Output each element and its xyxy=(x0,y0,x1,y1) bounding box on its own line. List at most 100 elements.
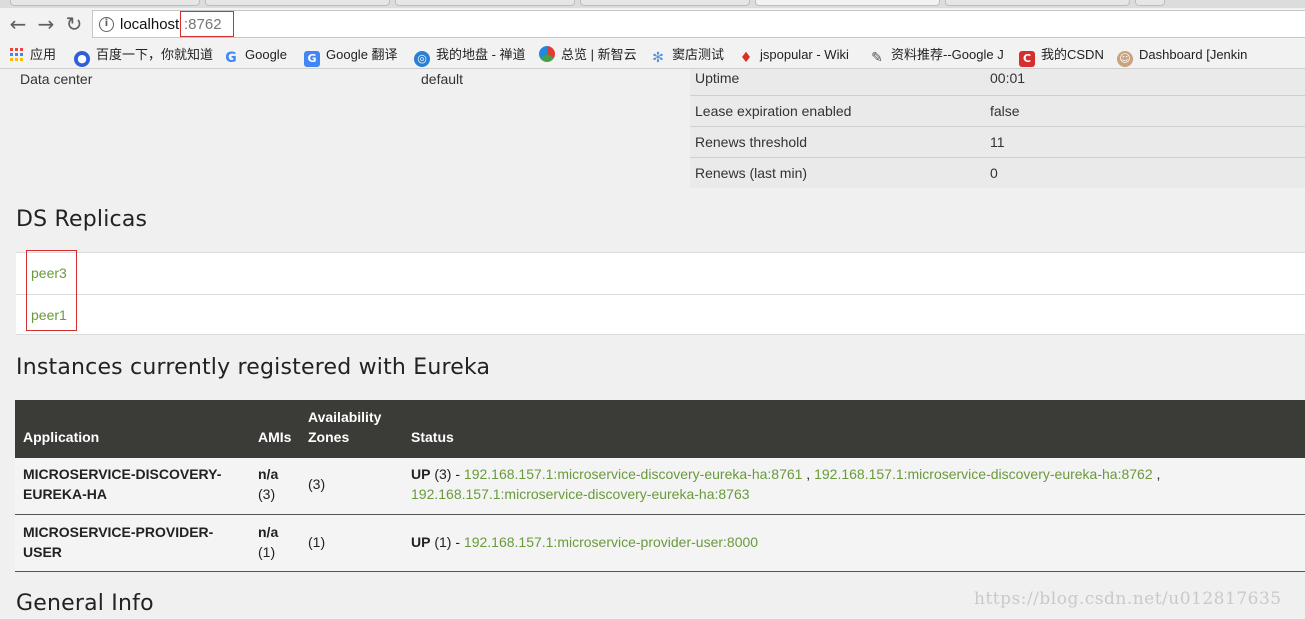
bookmark-label: 应用 xyxy=(30,47,57,62)
instance-link[interactable]: 192.168.157.1:microservice-discovery-eur… xyxy=(464,466,803,482)
map-pin-icon: ♦ xyxy=(739,50,753,66)
bookmark-label: 百度一下，你就知道 xyxy=(96,47,214,62)
link-separator: , xyxy=(802,466,815,482)
status-count: (3) - xyxy=(430,466,464,482)
info-label: Renews threshold xyxy=(695,134,808,150)
amis-main: n/a xyxy=(258,524,279,540)
csdn-c-icon: C xyxy=(1019,51,1035,67)
bookmark-label: 我的CSDN xyxy=(1041,47,1104,62)
bookmarks-bar: 应用 ● 百度一下，你就知道 G Google G Google 翻译 ◎ 我的地盘 -… xyxy=(0,42,1305,68)
application-name-line2: EUREKA-HA xyxy=(23,486,107,502)
browser-chrome: ← → ↻ i localhost :8762 应用 ● 百度一下，你就知道 GG… xyxy=(0,0,1305,69)
bookmark-google-translate[interactable]: G Google 翻译 xyxy=(304,45,398,67)
bookmark-label: 我的地盘 - 禅道 xyxy=(436,47,526,62)
eureka-dashboard: Data center default Uptime 00:01 Lease e… xyxy=(0,69,1305,619)
bookmark-my-csdn[interactable]: C 我的CSDN xyxy=(1019,45,1104,67)
info-label: Lease expiration enabled xyxy=(695,103,852,119)
browser-tab[interactable] xyxy=(395,0,575,6)
bookmark-label: 窦店测试 xyxy=(672,47,725,62)
address-bar[interactable]: i localhost :8762 xyxy=(92,10,1305,38)
forward-icon[interactable]: → xyxy=(34,12,58,36)
ds-replicas-list: peer3 peer1 xyxy=(16,250,1305,335)
amis-value: n/a xyxy=(258,522,278,542)
info-row-lease-expiration: Lease expiration enabled false xyxy=(690,95,1305,126)
info-label: Renews (last min) xyxy=(695,165,808,181)
application-name-line1: MICROSERVICE-PROVIDER- xyxy=(23,524,214,540)
bookmark-doudian-test[interactable]: ✻ 窦店测试 xyxy=(650,45,725,66)
annotation-highlight-box xyxy=(26,250,77,331)
column-header-amis: AMIs xyxy=(258,429,292,445)
bookmark-google[interactable]: G Google xyxy=(223,45,287,66)
jenkins-butler-icon: ☺ xyxy=(1117,51,1133,67)
reload-icon[interactable]: ↻ xyxy=(62,12,86,36)
info-value: 00:01 xyxy=(990,70,1026,86)
status-cell: UP (3) - 192.168.157.1:microservice-disc… xyxy=(411,464,1291,504)
tab-strip xyxy=(0,0,1305,8)
bookmark-google-j[interactable]: ✎ 资料推荐--Google J xyxy=(869,45,1004,66)
bookmark-jenkins[interactable]: ☺ Dashboard [Jenkin xyxy=(1117,45,1248,67)
google-g-icon: G xyxy=(225,50,237,66)
bookmark-label: 资料推荐--Google J xyxy=(891,47,1004,62)
table-header: Application AMIs Availability Zones Stat… xyxy=(15,400,1305,458)
google-translate-icon: G xyxy=(304,51,320,67)
bookmark-label: Dashboard [Jenkin xyxy=(1139,47,1248,62)
instance-link[interactable]: 192.168.157.1:microservice-provider-user… xyxy=(464,534,758,550)
application-name-line2: USER xyxy=(23,544,62,560)
column-header-application: Application xyxy=(23,429,100,445)
info-label: Uptime xyxy=(695,70,740,86)
table-row: MICROSERVICE-PROVIDER- USER n/a (1) (1) … xyxy=(15,515,1305,572)
amis-count: (3) xyxy=(258,486,276,502)
browser-tab[interactable] xyxy=(10,0,200,6)
instances-heading: Instances currently registered with Eure… xyxy=(16,355,491,380)
apps-grid-icon xyxy=(10,48,24,64)
column-header-zones-line1: Availability xyxy=(308,409,382,425)
browser-tab[interactable] xyxy=(945,0,1130,6)
instance-link[interactable]: 192.168.157.1:microservice-discovery-eur… xyxy=(814,466,1153,482)
info-row-renews-threshold: Renews threshold 11 xyxy=(690,126,1305,157)
scroll-icon: ✎ xyxy=(871,50,883,66)
browser-tab[interactable] xyxy=(580,0,750,6)
address-port-highlight[interactable]: :8762 xyxy=(180,11,234,37)
amis-count: (1) xyxy=(258,544,276,560)
back-icon[interactable]: ← xyxy=(6,12,30,36)
bookmark-zentao[interactable]: ◎ 我的地盘 - 禅道 xyxy=(414,45,526,67)
amis-main: n/a xyxy=(258,466,279,482)
bookmark-label: 总览 | 新智云 xyxy=(561,47,637,62)
column-header-zones-line2: Zones xyxy=(308,429,350,445)
list-item: peer3 xyxy=(16,253,1305,294)
bookmark-jspopular-wiki[interactable]: ♦ jspopular - Wiki xyxy=(738,45,849,66)
zones-value: (1) xyxy=(308,534,326,550)
general-info-heading: General Info xyxy=(16,591,154,616)
datacenter-value: default xyxy=(421,71,464,87)
info-row-renews-last-min: Renews (last min) 0 xyxy=(690,157,1305,188)
info-value: false xyxy=(990,103,1020,119)
table-row: MICROSERVICE-DISCOVERY- EUREKA-HA n/a (3… xyxy=(15,458,1305,515)
list-item: peer1 xyxy=(16,294,1305,335)
browser-tab[interactable] xyxy=(205,0,390,6)
circle-logo-icon xyxy=(539,46,555,62)
globe-icon: ◎ xyxy=(414,51,430,67)
bookmark-label: Google 翻译 xyxy=(326,47,398,62)
instances-table: Application AMIs Availability Zones Stat… xyxy=(15,400,1305,572)
link-separator: , xyxy=(1152,466,1161,482)
ds-replicas-heading: DS Replicas xyxy=(16,207,148,232)
bookmark-label: Google xyxy=(245,47,287,62)
info-icon[interactable]: i xyxy=(99,17,114,32)
status-count: (1) - xyxy=(430,534,464,550)
address-host[interactable]: localhost xyxy=(120,16,179,33)
info-value: 0 xyxy=(990,165,998,181)
bookmark-baidu[interactable]: ● 百度一下，你就知道 xyxy=(74,45,214,67)
bookmark-xinzhiyun[interactable]: 总览 | 新智云 xyxy=(539,45,637,65)
datacenter-label: Data center xyxy=(20,71,93,87)
bookmark-label: jspopular - Wiki xyxy=(760,47,849,62)
baidu-paw-icon: ● xyxy=(74,51,90,67)
browser-tab-active[interactable] xyxy=(755,0,940,6)
status-cell: UP (1) - 192.168.157.1:microservice-prov… xyxy=(411,532,1291,552)
info-value: 11 xyxy=(990,134,1005,150)
new-tab-button[interactable] xyxy=(1135,0,1165,6)
amis-value: n/a xyxy=(258,464,278,484)
zones-value: (3) xyxy=(308,476,326,492)
instance-link[interactable]: 192.168.157.1:microservice-discovery-eur… xyxy=(411,486,750,502)
column-header-status: Status xyxy=(411,429,454,445)
bookmark-apps[interactable]: 应用 xyxy=(10,45,56,65)
